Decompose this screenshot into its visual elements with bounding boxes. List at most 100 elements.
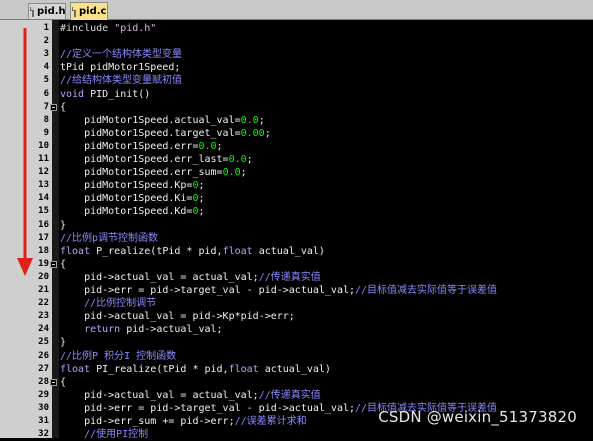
line-number: 4 [43,62,49,73]
code-text: pidMotor1Speed.err_last=0.0; [60,153,253,166]
code-token: pidMotor1Speed.err_last= [60,154,229,165]
code-text: #include "pid.h" [60,22,156,35]
code-text: pidMotor1Speed.Ki=0; [60,192,205,205]
line-number: 25 [38,337,49,348]
code-token: ; [264,127,271,139]
code-text: float P_realize(tPid * pid,float actual_… [60,245,325,258]
code-token: //传递真实值 [258,389,321,401]
line-number: 18 [38,245,49,256]
line-number: 22 [38,298,49,309]
code-token: pidMotor1Speed.target_val= [60,127,241,139]
code-line: 4 tPid pidMotor1Speed; [0,61,593,74]
code-token: float [60,245,97,257]
code-token: //定义一个结构体类型变量 [60,49,183,61]
code-text: //使用PI控制 [60,428,148,441]
code-token: 0.0 [240,114,259,126]
tab-pid-c[interactable]: pid.c [70,2,108,20]
code-text: float PI_realize(tPid * pid,float actual… [60,363,331,376]
code-token: ; [198,180,205,192]
code-line: 28 { [0,376,593,389]
code-token: ; [240,167,247,179]
code-token: ; [198,193,205,205]
line-number: 19 [38,258,49,269]
fold-toggle-icon[interactable] [50,378,57,386]
line-number: 32 [38,429,49,440]
code-token: ; [246,154,253,165]
code-text: //给结构体类型变量赋初值 [60,74,182,87]
line-number: 5 [43,75,49,86]
code-text: } [60,219,66,232]
code-token: pidMotor1Speed.err_sum= [60,167,223,179]
code-line: 18 float P_realize(tPid * pid,float actua… [0,245,593,258]
line-number: 20 [38,271,49,282]
code-token: 0.0 [198,140,217,152]
code-line: 14 pidMotor1Speed.Ki=0; [0,192,593,205]
line-number: 8 [43,114,49,125]
fold-toggle-icon[interactable] [50,103,57,111]
code-text: pidMotor1Speed.Kd=0; [60,205,205,218]
code-line: 23 pid->actual_val = pid->Kp*pid->err; [0,310,593,323]
code-token: //传递真实值 [258,271,321,283]
code-text: //比例控制调节 [60,297,156,310]
fold-toggle-icon[interactable] [50,260,57,268]
code-text: tPid pidMotor1Speed; [60,61,180,74]
file-icon [72,6,76,17]
code-token: pid->actual_val; [126,324,223,336]
code-token: pid->actual_val = pid->Kp*pid->err; [60,311,295,323]
code-token: ; [198,206,205,218]
line-number: 7 [43,101,49,112]
code-text: pid->actual_val = actual_val;//传递真实值 [60,271,321,284]
code-token: ; [216,140,223,152]
code-line: 11 pidMotor1Speed.err_last=0.0; [0,153,593,166]
code-line: 8 pidMotor1Speed.actual_val=0.0; [0,114,593,127]
code-line: 6 void PID_init() [0,88,593,101]
code-text: pidMotor1Speed.target_val=0.00; [60,127,271,140]
code-line: 25} [0,336,593,349]
code-token: float [222,245,259,257]
code-line: 13 pidMotor1Speed.Kp=0; [0,179,593,192]
code-line: 29 pid->actual_val = actual_val;//传递真实值 [0,389,593,402]
code-line: 21 pid->err = pid->target_val - pid->act… [0,284,593,297]
file-icon [30,6,34,17]
code-text: pidMotor1Speed.err=0.0; [60,140,223,153]
code-line: 16} [0,219,593,232]
code-line: 22 //比例控制调节 [0,297,593,310]
code-line: 12 pidMotor1Speed.err_sum=0.0; [0,166,593,179]
tab-label: pid.h [37,6,66,17]
code-token: { [60,258,67,270]
code-line: 2 [0,35,593,48]
code-token: //比例控制调节 [60,298,157,310]
code-token: pid->actual_val = actual_val; [60,271,259,283]
line-number: 11 [38,154,49,164]
line-number: 29 [38,389,49,400]
tab-pid-h[interactable]: pid.h [28,3,66,19]
code-line: 9 pidMotor1Speed.target_val=0.00; [0,127,593,140]
code-text: pid->err_sum += pid->err;//误差累计求和 [60,415,307,428]
code-line: 10 pidMotor1Speed.err=0.0; [0,140,593,153]
code-token: //目标值减去实际值等于误差值 [355,285,498,296]
code-token: pidMotor1Speed.actual_val= [60,114,241,126]
code-token: void [60,88,91,100]
line-number: 3 [43,49,49,60]
code-text: pid->actual_val = actual_val;//传递真实值 [60,389,321,402]
code-line: 3 //定义一个结构体类型变量 [0,48,593,61]
line-number: 14 [38,193,49,204]
tab-label: pid.c [79,6,107,17]
code-token: float [60,363,97,375]
code-token: 0.00 [240,127,265,139]
line-number: 30 [38,402,49,413]
line-number: 27 [38,363,49,374]
code-line: 19 { [0,258,593,271]
code-token: pid->err = pid->target_val - pid->actual… [60,285,356,296]
code-token: 0.0 [228,154,247,165]
code-text: { [60,376,66,389]
code-token: pidMotor1Speed.err= [60,140,199,152]
code-text: } [60,336,66,349]
code-editor[interactable]: 1 #include "pid.h" 2 3 //定义一个结构体类型变量 4 tPid pi… [0,20,593,441]
line-number: 15 [38,206,49,217]
code-token: { [60,376,67,388]
line-number: 28 [38,376,49,387]
code-token: pid->err = pid->target_val - pid->actual… [60,402,356,414]
code-token: } [60,337,67,349]
code-line: 1 #include "pid.h" [0,22,593,35]
